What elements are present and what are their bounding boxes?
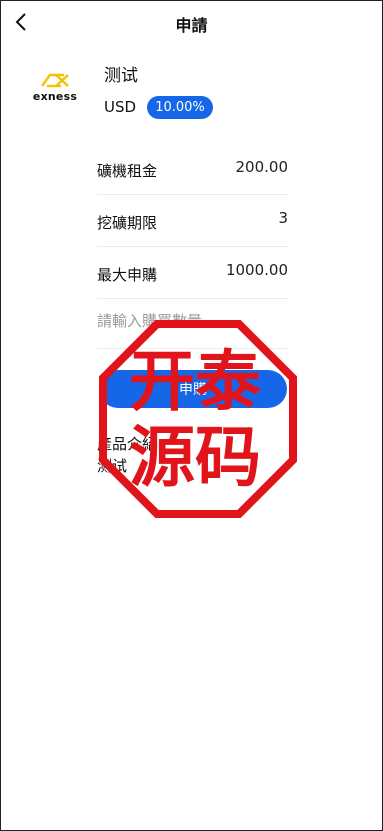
detail-value: 1000.00: [225, 261, 288, 279]
logo-text: exness: [32, 90, 78, 103]
currency-label: USD: [104, 98, 137, 116]
logo-mark-icon: [41, 73, 69, 88]
quantity-input[interactable]: [97, 312, 288, 330]
detail-value: 200.00: [235, 158, 289, 176]
detail-label: 最大申購: [97, 266, 158, 284]
purchase-button[interactable]: 申購: [99, 370, 287, 408]
detail-row-rent: 礦機租金 200.00: [97, 142, 288, 195]
intro-body: 测试: [97, 457, 128, 475]
page-title: 申請: [175, 16, 208, 35]
intro-title: 產品介紹: [97, 435, 158, 453]
rate-badge: 10.00%: [147, 96, 213, 119]
detail-value: 3: [278, 209, 288, 227]
quantity-row: [97, 300, 288, 349]
detail-row-max: 最大申購 1000.00: [97, 246, 288, 299]
exness-logo: exness: [30, 72, 80, 106]
detail-label: 挖礦期限: [97, 214, 158, 232]
detail-row-period: 挖礦期限 3: [97, 194, 288, 247]
top-bar: 申請: [0, 0, 383, 44]
detail-label: 礦機租金: [97, 162, 158, 180]
product-name: 测试: [104, 66, 138, 86]
screen-frame: [0, 0, 383, 831]
